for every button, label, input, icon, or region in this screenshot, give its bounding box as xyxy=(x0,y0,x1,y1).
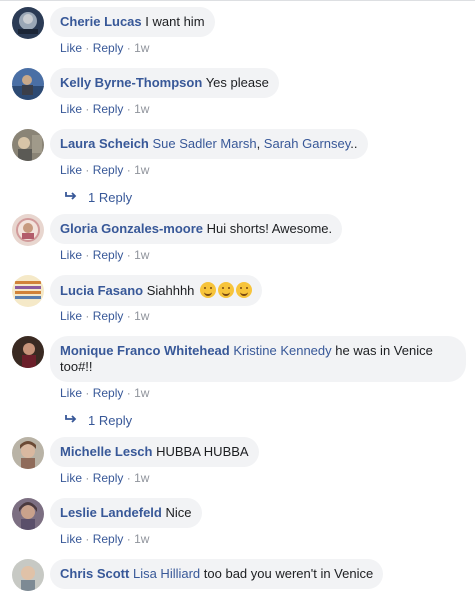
reply-link[interactable]: Reply xyxy=(93,41,124,55)
comment-bubble: Lucia Fasano Siahhhh xyxy=(50,275,263,306)
grinning-face-icon xyxy=(200,282,217,298)
separator-dot: · xyxy=(126,163,131,177)
comment-text: Siahhhh xyxy=(146,283,195,298)
comment-text: too bad you weren't in Venice xyxy=(200,566,374,581)
timestamp[interactable]: 1w xyxy=(134,102,149,116)
comment-mention[interactable]: Sarah Garnsey xyxy=(264,136,350,151)
timestamp[interactable]: 1w xyxy=(134,532,149,546)
separator-dot: · xyxy=(126,309,131,323)
separator-dot: · xyxy=(126,386,131,400)
avatar[interactable] xyxy=(12,559,44,591)
avatar[interactable] xyxy=(12,336,44,368)
grinning-face-icon xyxy=(236,282,253,298)
comment-mention[interactable]: Lisa Hilliard xyxy=(133,566,200,581)
avatar[interactable] xyxy=(12,68,44,100)
comment-bubble: Cherie Lucas I want him xyxy=(50,7,215,37)
comment-bubble: Kelly Byrne-Thompson Yes please xyxy=(50,68,279,98)
grinning-face-icon xyxy=(218,282,235,298)
comment-author[interactable]: Cherie Lucas xyxy=(60,14,142,29)
avatar[interactable] xyxy=(12,498,44,530)
avatar[interactable] xyxy=(12,275,44,307)
mention-separator: , xyxy=(256,136,264,151)
view-replies-link[interactable]: 1 Reply xyxy=(64,190,132,206)
comment-text: Nice xyxy=(165,505,192,520)
separator-dot: · xyxy=(126,532,131,546)
reply-link[interactable]: Reply xyxy=(93,532,124,546)
view-replies-link[interactable]: 1 Reply xyxy=(64,413,132,429)
comment-actions: Like · Reply · 1w xyxy=(60,102,149,116)
reply-link[interactable]: Reply xyxy=(93,102,124,116)
timestamp[interactable]: 1w xyxy=(134,163,149,177)
comment-actions: Like · Reply · 1w xyxy=(60,471,149,485)
avatar[interactable] xyxy=(12,7,44,39)
like-link[interactable]: Like xyxy=(60,386,82,400)
separator-dot: · xyxy=(126,41,131,55)
separator-dot: · xyxy=(85,163,90,177)
reply-link[interactable]: Reply xyxy=(93,248,124,262)
separator-dot: · xyxy=(126,471,131,485)
comment-bubble: Chris Scott Lisa Hilliard too bad you we… xyxy=(50,559,384,589)
timestamp[interactable]: 1w xyxy=(134,248,149,262)
replies-count[interactable]: 1 Reply xyxy=(88,190,132,205)
timestamp[interactable]: 1w xyxy=(134,386,149,400)
comment-bubble: Laura Scheich Sue Sadler Marsh, Sarah Ga… xyxy=(50,129,368,159)
separator-dot: · xyxy=(126,102,131,116)
comment-text: HUBBA HUBBA xyxy=(156,444,249,459)
comment-actions: Like · Reply · 1w xyxy=(60,163,149,177)
separator-dot: · xyxy=(126,248,131,262)
comment-bubble: Michelle Lesch HUBBA HUBBA xyxy=(50,437,259,467)
comment-actions: Like · Reply · 1w xyxy=(60,248,149,262)
comment-mention[interactable]: Sue Sadler Marsh xyxy=(153,136,257,151)
like-link[interactable]: Like xyxy=(60,471,82,485)
like-link[interactable]: Like xyxy=(60,163,82,177)
like-link[interactable]: Like xyxy=(60,102,82,116)
like-link[interactable]: Like xyxy=(60,532,82,546)
comment-author[interactable]: Lucia Fasano xyxy=(60,283,143,298)
like-link[interactable]: Like xyxy=(60,309,82,323)
avatar[interactable] xyxy=(12,214,44,246)
comment-author[interactable]: Leslie Landefeld xyxy=(60,505,162,520)
comment-text: I want him xyxy=(145,14,205,29)
comment-mention[interactable]: Kristine Kennedy xyxy=(233,343,331,358)
comment-text: Yes please xyxy=(205,75,269,90)
replies-count[interactable]: 1 Reply xyxy=(88,413,132,428)
top-divider xyxy=(0,0,475,1)
comment-actions: Like · Reply · 1w xyxy=(60,41,149,55)
comment-author[interactable]: Gloria Gonzales-moore xyxy=(60,221,203,236)
comment-actions: Like · Reply · 1w xyxy=(60,532,149,546)
reply-link[interactable]: Reply xyxy=(93,309,124,323)
separator-dot: · xyxy=(85,41,90,55)
comment-actions: Like · Reply · 1w xyxy=(60,309,149,323)
comment-author[interactable]: Chris Scott xyxy=(60,566,129,581)
like-link[interactable]: Like xyxy=(60,41,82,55)
reply-link[interactable]: Reply xyxy=(93,471,124,485)
separator-dot: · xyxy=(85,471,90,485)
like-link[interactable]: Like xyxy=(60,248,82,262)
timestamp[interactable]: 1w xyxy=(134,471,149,485)
comment-author[interactable]: Michelle Lesch xyxy=(60,444,152,459)
separator-dot: · xyxy=(85,532,90,546)
timestamp[interactable]: 1w xyxy=(134,309,149,323)
reply-arrow-icon xyxy=(64,190,78,206)
comment-bubble: Gloria Gonzales-moore Hui shorts! Awesom… xyxy=(50,214,343,244)
comment-author[interactable]: Kelly Byrne-Thompson xyxy=(60,75,202,90)
separator-dot: · xyxy=(85,386,90,400)
separator-dot: · xyxy=(85,248,90,262)
comment-text: .. xyxy=(350,136,358,151)
avatar[interactable] xyxy=(12,129,44,161)
comment-bubble: Monique Franco Whitehead Kristine Kenned… xyxy=(50,336,466,382)
comment-author[interactable]: Monique Franco Whitehead xyxy=(60,343,230,358)
comment-bubble: Leslie Landefeld Nice xyxy=(50,498,202,528)
comment-text: Hui shorts! Awesome. xyxy=(206,221,333,236)
separator-dot: · xyxy=(85,102,90,116)
reply-arrow-icon xyxy=(64,413,78,429)
avatar[interactable] xyxy=(12,437,44,469)
comment-author[interactable]: Laura Scheich xyxy=(60,136,149,151)
separator-dot: · xyxy=(85,309,90,323)
comment-actions: Like · Reply · 1w xyxy=(60,386,149,400)
timestamp[interactable]: 1w xyxy=(134,41,149,55)
reply-link[interactable]: Reply xyxy=(93,386,124,400)
reply-link[interactable]: Reply xyxy=(93,163,124,177)
